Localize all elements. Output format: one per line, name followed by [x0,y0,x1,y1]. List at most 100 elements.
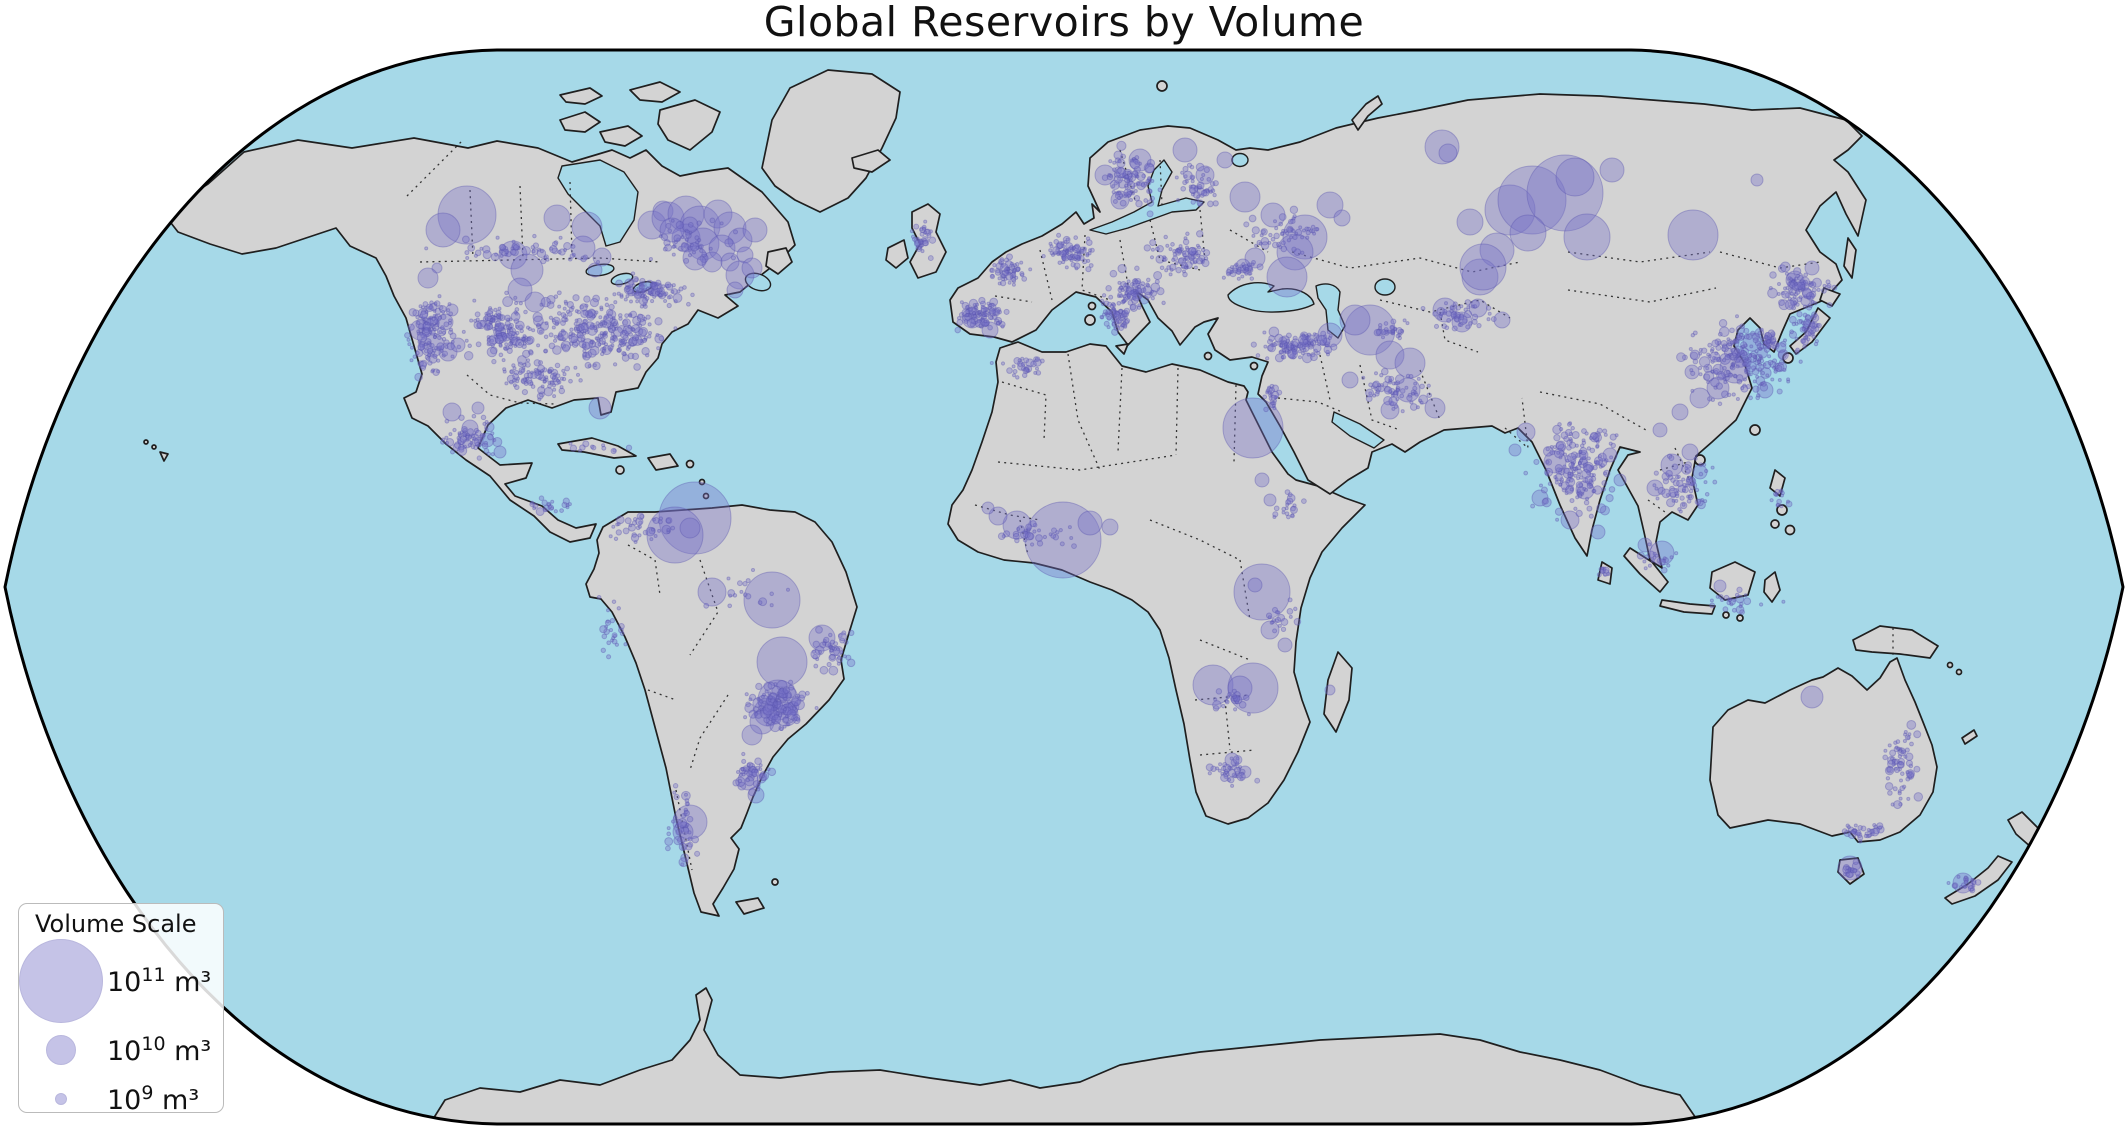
reservoir-bubble [1222,276,1225,279]
reservoir-bubble [671,290,674,293]
reservoir-bubble [1790,278,1793,281]
reservoir-bubble [538,387,545,394]
reservoir-bubble [1795,282,1798,285]
reservoir-bubble [1734,375,1737,378]
reservoir-bubble [1252,227,1259,234]
reservoir-bubble [989,308,995,314]
reservoir-bubble [979,310,982,313]
reservoir-bubble [815,706,818,709]
reservoir-bubble [1744,598,1751,605]
reservoir-bubble [442,438,445,441]
reservoir-bubble [1228,766,1231,769]
reservoir-bubble [1281,232,1284,235]
reservoir-bubble [648,289,652,293]
reservoir-bubble [1285,507,1288,510]
reservoir-bubble [1244,269,1248,273]
reservoir-bubble [1680,496,1684,500]
reservoir-bubble [1906,771,1909,774]
reservoir-bubble [1279,214,1286,221]
reservoir-bubble [1743,378,1746,381]
reservoir-bubble [1899,779,1902,782]
reservoir-bubble [1801,321,1805,325]
reservoir-bubble [1250,277,1254,281]
reservoir-bubble [688,837,692,841]
reservoir-bubble [583,352,587,356]
reservoir-bubble [477,456,481,460]
reservoir-bubble [1488,312,1491,315]
reservoir-bubble [727,577,730,580]
reservoir-bubble [468,429,474,435]
reservoir-bubble [783,717,788,722]
reservoir-bubble [442,310,445,313]
reservoir-bubble [1183,258,1186,261]
reservoir-bubble [1808,296,1811,299]
reservoir-bubble [1746,357,1749,360]
reservoir-bubble [688,223,693,228]
reservoir-bubble [580,304,587,311]
reservoir-bubble [1672,499,1675,502]
reservoir-bubble [1733,340,1737,344]
reservoir-bubble [1637,552,1644,559]
reservoir-bubble [710,218,715,223]
reservoir-bubble [556,379,559,382]
reservoir-bubble [625,314,629,318]
reservoir-bubble [1128,171,1131,174]
reservoir-bubble [830,640,834,644]
reservoir-bubble [1125,175,1128,178]
reservoir-bubble [1267,257,1307,297]
reservoir-bubble [1222,704,1225,707]
reservoir-bubble [1907,720,1916,729]
reservoir-bubble [464,352,473,361]
reservoir-bubble [491,253,499,261]
reservoir-bubble [1224,769,1228,773]
reservoir-bubble [1102,519,1118,535]
reservoir-bubble [1235,263,1238,266]
reservoir-bubble [967,319,975,327]
reservoir-bubble [1154,271,1162,279]
reservoir-bubble [1316,228,1319,231]
reservoir-bubble [1672,464,1678,470]
reservoir-bubble [1145,164,1154,173]
reservoir-bubble [426,357,430,361]
reservoir-bubble [1455,317,1459,321]
reservoir-bubble [1749,396,1753,400]
reservoir-bubble [1765,336,1768,339]
reservoir-bubble [459,415,465,421]
reservoir-bubble [1277,611,1280,614]
reservoir-bubble [770,604,773,607]
reservoir-bubble [544,255,548,259]
reservoir-bubble [544,335,548,339]
reservoir-bubble [1654,471,1658,475]
reservoir-bubble [629,314,632,317]
reservoir-bubble [1134,189,1137,192]
reservoir-bubble [1102,294,1105,297]
reservoir-bubble [1686,479,1689,482]
reservoir-bubble [558,305,561,308]
reservoir-bubble [1793,295,1796,298]
reservoir-bubble [598,343,601,346]
reservoir-bubble [668,229,672,233]
reservoir-bubble [1190,188,1196,194]
reservoir-bubble [1227,272,1231,276]
reservoir-bubble [1827,303,1832,308]
reservoir-bubble [1677,353,1686,362]
reservoir-bubble [612,317,615,320]
reservoir-bubble [757,697,760,700]
reservoir-bubble [1049,249,1052,252]
reservoir-bubble [1591,525,1605,539]
reservoir-bubble [656,280,661,285]
reservoir-bubble [531,501,534,504]
reservoir-bubble [495,335,503,343]
reservoir-bubble [742,725,762,745]
reservoir-bubble [1128,194,1131,197]
reservoir-bubble [837,662,840,665]
reservoir-bubble [1024,368,1029,373]
reservoir-bubble [676,829,682,835]
reservoir-bubble [640,278,645,283]
reservoir-bubble [1177,199,1180,202]
reservoir-bubble [1427,384,1430,387]
reservoir-bubble [438,336,442,340]
reservoir-bubble [1021,357,1024,360]
reservoir-bubble [1751,331,1755,335]
reservoir-bubble [1648,543,1651,546]
